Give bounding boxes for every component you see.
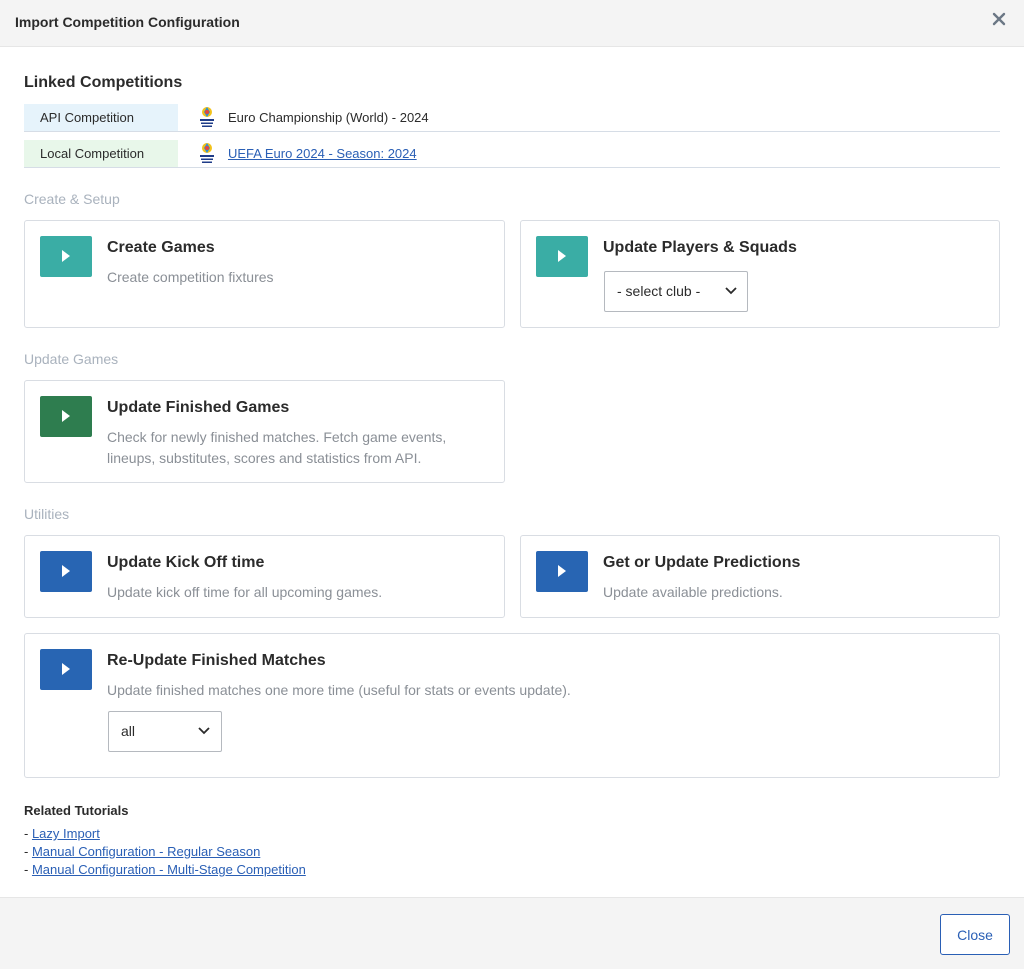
tutorial-link[interactable]: Lazy Import — [32, 826, 100, 841]
play-icon — [62, 565, 70, 577]
competition-logo-icon — [200, 107, 214, 127]
api-competition-label: API Competition — [24, 104, 178, 131]
card-description: Update kick off time for all upcoming ga… — [107, 584, 383, 600]
group-label-update-games: Update Games — [24, 351, 119, 367]
local-competition-link[interactable]: UEFA Euro 2024 - Season: 2024 — [228, 140, 417, 167]
related-tutorials: Related Tutorials - Lazy Import - Manual… — [24, 803, 306, 879]
card-title: Update Finished Games — [107, 399, 290, 416]
chevron-down-icon — [198, 727, 210, 735]
predictions-card: Get or Update Predictions Update availab… — [520, 535, 1000, 618]
card-description: Check for newly finished matches. Fetch … — [107, 429, 447, 466]
reupdate-finished-matches-card: Re-Update Finished Matches Update finish… — [24, 633, 1000, 778]
api-competition-row: API Competition Euro Championship (World… — [24, 104, 1000, 132]
card-title: Update Players & Squads — [603, 239, 797, 256]
update-finished-games-run-button[interactable] — [40, 396, 92, 437]
update-kickoff-card: Update Kick Off time Update kick off tim… — [24, 535, 505, 618]
tutorial-item: - Lazy Import — [24, 826, 100, 841]
play-icon — [62, 250, 70, 262]
close-button[interactable]: Close — [940, 914, 1010, 955]
predictions-run-button[interactable] — [536, 551, 588, 592]
update-finished-games-card: Update Finished Games Check for newly fi… — [24, 380, 505, 483]
modal-title: Import Competition Configuration — [15, 14, 240, 30]
card-title: Re-Update Finished Matches — [107, 652, 326, 669]
play-icon — [62, 410, 70, 422]
match-filter-select[interactable]: all — [108, 711, 222, 752]
reupdate-finished-matches-run-button[interactable] — [40, 649, 92, 690]
group-label-utilities: Utilities — [24, 506, 70, 522]
card-title: Update Kick Off time — [107, 554, 265, 571]
modal-footer: Close — [0, 897, 1024, 969]
create-games-run-button[interactable] — [40, 236, 92, 277]
tutorial-link[interactable]: Manual Configuration - Regular Season — [32, 844, 260, 859]
local-competition-row: Local Competition UEFA Euro 2024 - Seaso… — [24, 140, 1000, 168]
card-description: Update available predictions. — [603, 584, 783, 600]
play-icon — [558, 565, 566, 577]
chevron-down-icon — [725, 287, 737, 295]
card-title: Create Games — [107, 239, 215, 256]
card-description: Update finished matches one more time (u… — [107, 682, 571, 698]
play-icon — [62, 663, 70, 675]
match-filter-value: all — [121, 723, 136, 739]
card-title: Get or Update Predictions — [603, 554, 801, 571]
local-competition-label: Local Competition — [24, 140, 178, 167]
update-players-card: Update Players & Squads - select club - — [520, 220, 1000, 328]
tutorial-link[interactable]: Manual Configuration - Multi-Stage Compe… — [32, 862, 306, 877]
play-icon — [558, 250, 566, 262]
tutorial-item: - Manual Configuration - Multi-Stage Com… — [24, 862, 306, 877]
linked-competitions-heading: Linked Competitions — [24, 74, 183, 91]
tutorial-item: - Manual Configuration - Regular Season — [24, 844, 261, 859]
group-label-create-setup: Create & Setup — [24, 191, 120, 207]
club-select[interactable]: - select club - — [604, 271, 748, 312]
api-competition-value: Euro Championship (World) - 2024 — [228, 110, 429, 125]
related-tutorials-heading: Related Tutorials — [24, 803, 129, 818]
create-games-card: Create Games Create competition fixtures — [24, 220, 505, 328]
club-select-value: - select club - — [617, 283, 701, 299]
update-players-run-button[interactable] — [536, 236, 588, 277]
modal-header: Import Competition Configuration — [0, 0, 1024, 47]
close-icon[interactable] — [990, 10, 1008, 28]
card-description: Create competition fixtures — [107, 269, 274, 285]
update-kickoff-run-button[interactable] — [40, 551, 92, 592]
competition-logo-icon — [200, 143, 214, 163]
